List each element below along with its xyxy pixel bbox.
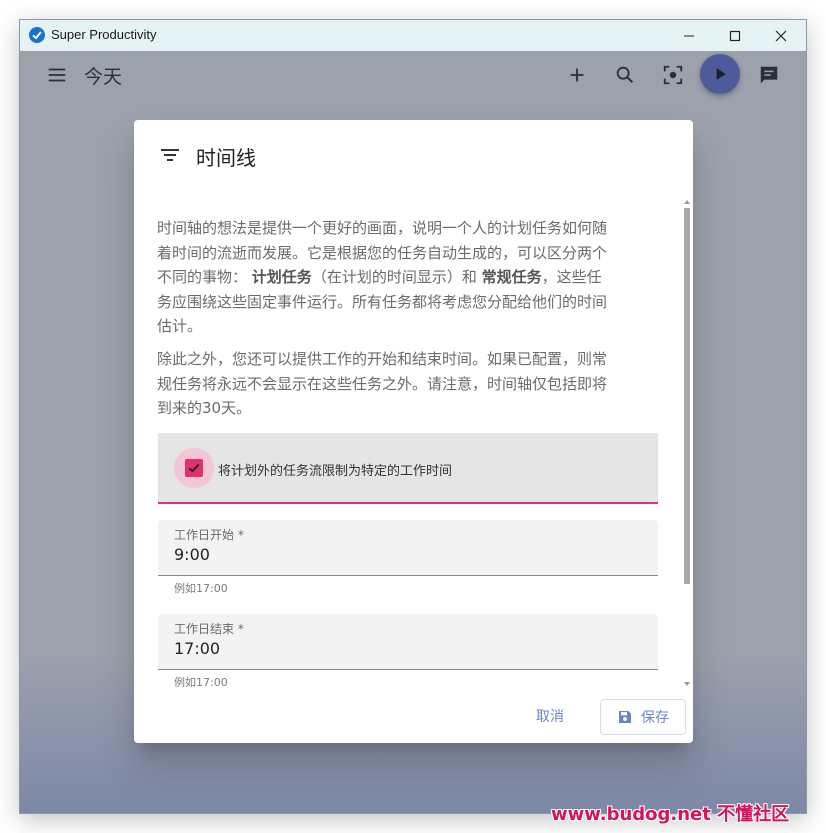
search-button[interactable] <box>609 59 641 91</box>
work-hours-paragraph: 除此之外，您还可以提供工作的开始和结束时间。如果已配置，则常 规任务将永远不会显… <box>157 350 608 417</box>
work-start-field[interactable]: 工作日开始 * 9:00 <box>158 520 658 576</box>
filter-icon <box>161 149 179 161</box>
restrict-work-hours-checkbox[interactable]: 将计划外的任务流限制为特定的工作时间 <box>158 433 658 504</box>
work-end-field[interactable]: 工作日结束 * 17:00 <box>158 614 658 670</box>
minimize-icon <box>684 35 694 36</box>
window-title: Super Productivity <box>51 27 157 42</box>
search-icon <box>616 66 634 84</box>
play-button[interactable] <box>700 54 740 94</box>
work-end-hint: 例如17:00 <box>174 676 228 687</box>
checkbox-label: 将计划外的任务流限制为特定的工作时间 <box>218 464 453 479</box>
work-start-label: 工作日开始 * <box>174 528 244 542</box>
intro-paragraph: 时间轴的想法是提供一个更好的画面，说明一个人的计划任务如何随 着时间的流逝而发展… <box>157 219 608 335</box>
timeline-dialog: 时间线 时间轴的想法是提供一个更好的画面，说明一个人的计划任务如何随 着时间的流… <box>134 120 693 743</box>
work-end-label: 工作日结束 * <box>174 622 244 636</box>
work-start-input[interactable]: 9:00 <box>174 545 210 564</box>
notes-button[interactable] <box>753 59 785 91</box>
page-title: 今天 <box>84 66 123 88</box>
save-icon <box>619 711 631 723</box>
close-window-button[interactable] <box>758 20 804 51</box>
maximize-icon <box>729 30 741 41</box>
cancel-button[interactable]: 取消 <box>536 706 564 726</box>
save-button-label: 保存 <box>641 710 669 726</box>
dialog-content[interactable]: 时间轴的想法是提供一个更好的画面，说明一个人的计划任务如何随 着时间的流逝而发展… <box>134 200 682 687</box>
menu-icon <box>48 68 66 82</box>
work-end-input[interactable]: 17:00 <box>174 639 220 658</box>
add-task-button[interactable] <box>561 59 593 91</box>
play-icon <box>716 68 726 80</box>
focus-mode-button[interactable] <box>657 59 689 91</box>
maximize-button[interactable] <box>712 20 758 51</box>
scroll-down-icon[interactable] <box>684 682 690 686</box>
work-start-hint: 例如17:00 <box>174 582 228 595</box>
chat-icon <box>760 66 778 84</box>
scrollbar-thumb[interactable] <box>684 208 690 584</box>
add-icon <box>570 68 584 82</box>
minimize-button[interactable] <box>666 20 712 51</box>
checkbox-checked-icon[interactable] <box>185 459 203 477</box>
app-toolbar: 今天 <box>20 51 806 99</box>
save-button[interactable]: 保存 <box>600 699 686 735</box>
scroll-up-icon[interactable] <box>684 200 690 204</box>
close-icon <box>775 30 787 41</box>
focus-icon <box>663 65 683 85</box>
menu-button[interactable] <box>41 59 73 91</box>
site-watermark: www.budog.net 不懂社区 <box>551 804 790 825</box>
dialog-title: 时间线 <box>196 146 256 170</box>
app-logo-icon <box>29 27 45 43</box>
title-bar: Super Productivity <box>20 20 806 51</box>
